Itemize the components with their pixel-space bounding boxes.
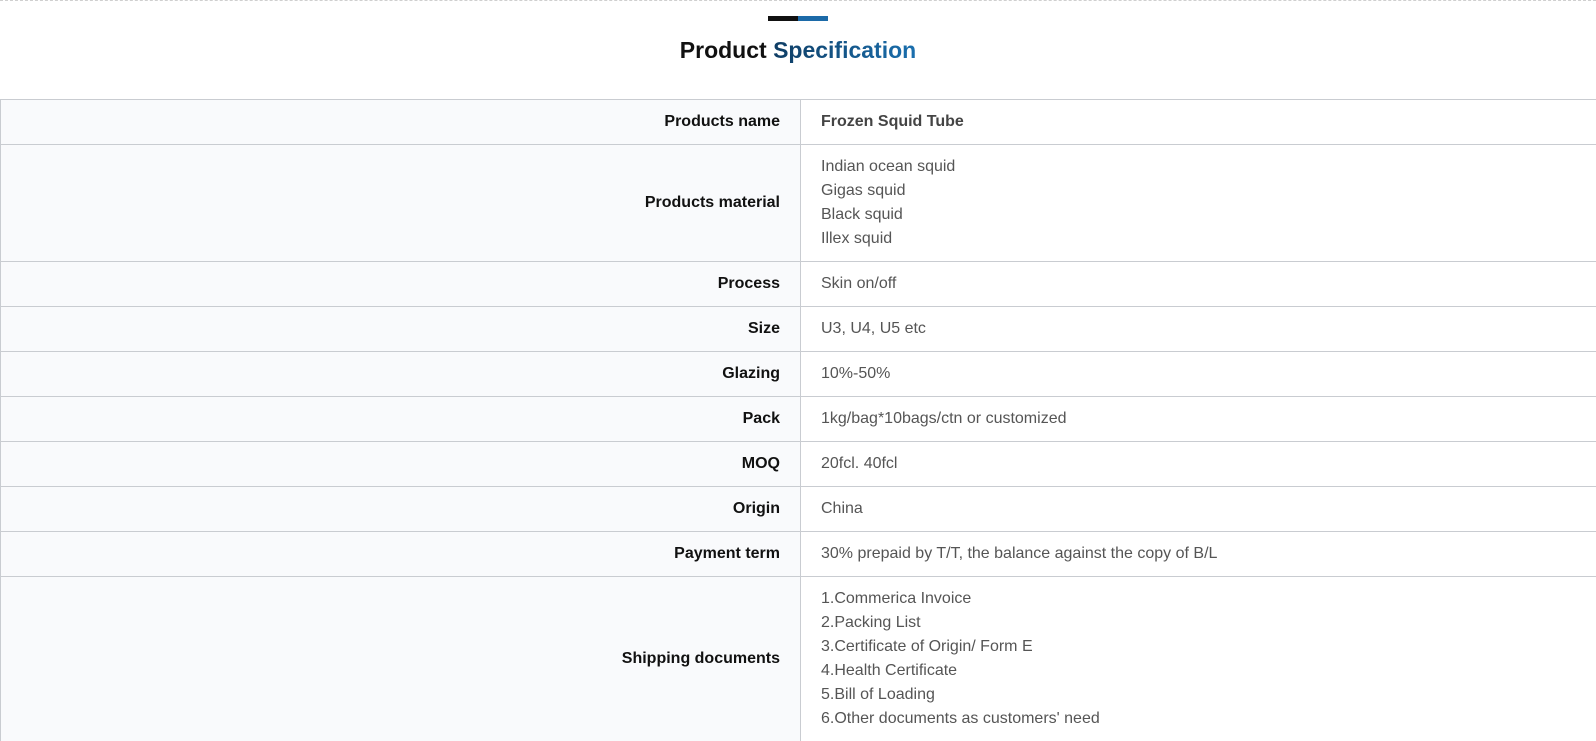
product-specification-page: Product Specification Products name Froz…: [0, 0, 1596, 741]
spec-label-glazing: Glazing: [0, 351, 801, 397]
table-row: Glazing 10%-50%: [0, 351, 1596, 397]
title-accent-blue-segment: [798, 16, 828, 21]
section-title-part1: Product: [679, 37, 767, 63]
spec-label-process: Process: [0, 261, 801, 307]
spec-value-glazing: 10%-50%: [800, 351, 1596, 397]
table-row: Pack 1kg/bag*10bags/ctn or customized: [0, 396, 1596, 442]
shipping-document-item: 5.Bill of Loading: [821, 686, 935, 703]
spec-value-products-name: Frozen Squid Tube: [800, 99, 1596, 145]
spec-label-size: Size: [0, 306, 801, 352]
material-item: Black squid: [821, 206, 903, 223]
spec-value-moq: 20fcl. 40fcl: [800, 441, 1596, 487]
spec-label-payment-term: Payment term: [0, 531, 801, 577]
spec-value-shipping-documents: 1.Commerica Invoice 2.Packing List 3.Cer…: [800, 576, 1596, 741]
shipping-document-item: 3.Certificate of Origin/ Form E: [821, 638, 1033, 655]
table-row: Payment term 30% prepaid by T/T, the bal…: [0, 531, 1596, 577]
spec-value-origin: China: [800, 486, 1596, 532]
title-accent-dark-segment: [768, 16, 798, 21]
section-title: Product Specification: [0, 34, 1596, 66]
table-row: Process Skin on/off: [0, 261, 1596, 307]
table-row: Shipping documents 1.Commerica Invoice 2…: [0, 576, 1596, 741]
spec-value-products-material: Indian ocean squid Gigas squid Black squ…: [800, 144, 1596, 262]
spec-label-products-name: Products name: [0, 99, 801, 145]
spec-label-pack: Pack: [0, 396, 801, 442]
spec-label-shipping-documents: Shipping documents: [0, 576, 801, 741]
title-accent-bar: [768, 16, 828, 21]
shipping-document-item: 2.Packing List: [821, 614, 921, 631]
material-item: Indian ocean squid: [821, 158, 956, 175]
table-row: Size U3, U4, U5 etc: [0, 306, 1596, 352]
spec-label-products-material: Products material: [0, 144, 801, 262]
top-dashed-divider: [0, 0, 1596, 1]
shipping-document-item: 6.Other documents as customers' need: [821, 710, 1100, 727]
spec-value-size: U3, U4, U5 etc: [800, 306, 1596, 352]
material-item: Illex squid: [821, 230, 893, 247]
specification-table: Products name Frozen Squid Tube Products…: [0, 99, 1596, 741]
table-row: Products material Indian ocean squid Gig…: [0, 144, 1596, 262]
spec-value-pack: 1kg/bag*10bags/ctn or customized: [800, 396, 1596, 442]
shipping-document-item: 1.Commerica Invoice: [821, 590, 972, 607]
table-row: Origin China: [0, 486, 1596, 532]
table-row: Products name Frozen Squid Tube: [0, 99, 1596, 145]
spec-label-moq: MOQ: [0, 441, 801, 487]
table-row: MOQ 20fcl. 40fcl: [0, 441, 1596, 487]
shipping-document-item: 4.Health Certificate: [821, 662, 958, 679]
spec-value-payment-term: 30% prepaid by T/T, the balance against …: [800, 531, 1596, 577]
spec-label-origin: Origin: [0, 486, 801, 532]
material-item: Gigas squid: [821, 182, 906, 199]
section-title-part2: Specification: [773, 37, 917, 63]
spec-value-process: Skin on/off: [800, 261, 1596, 307]
